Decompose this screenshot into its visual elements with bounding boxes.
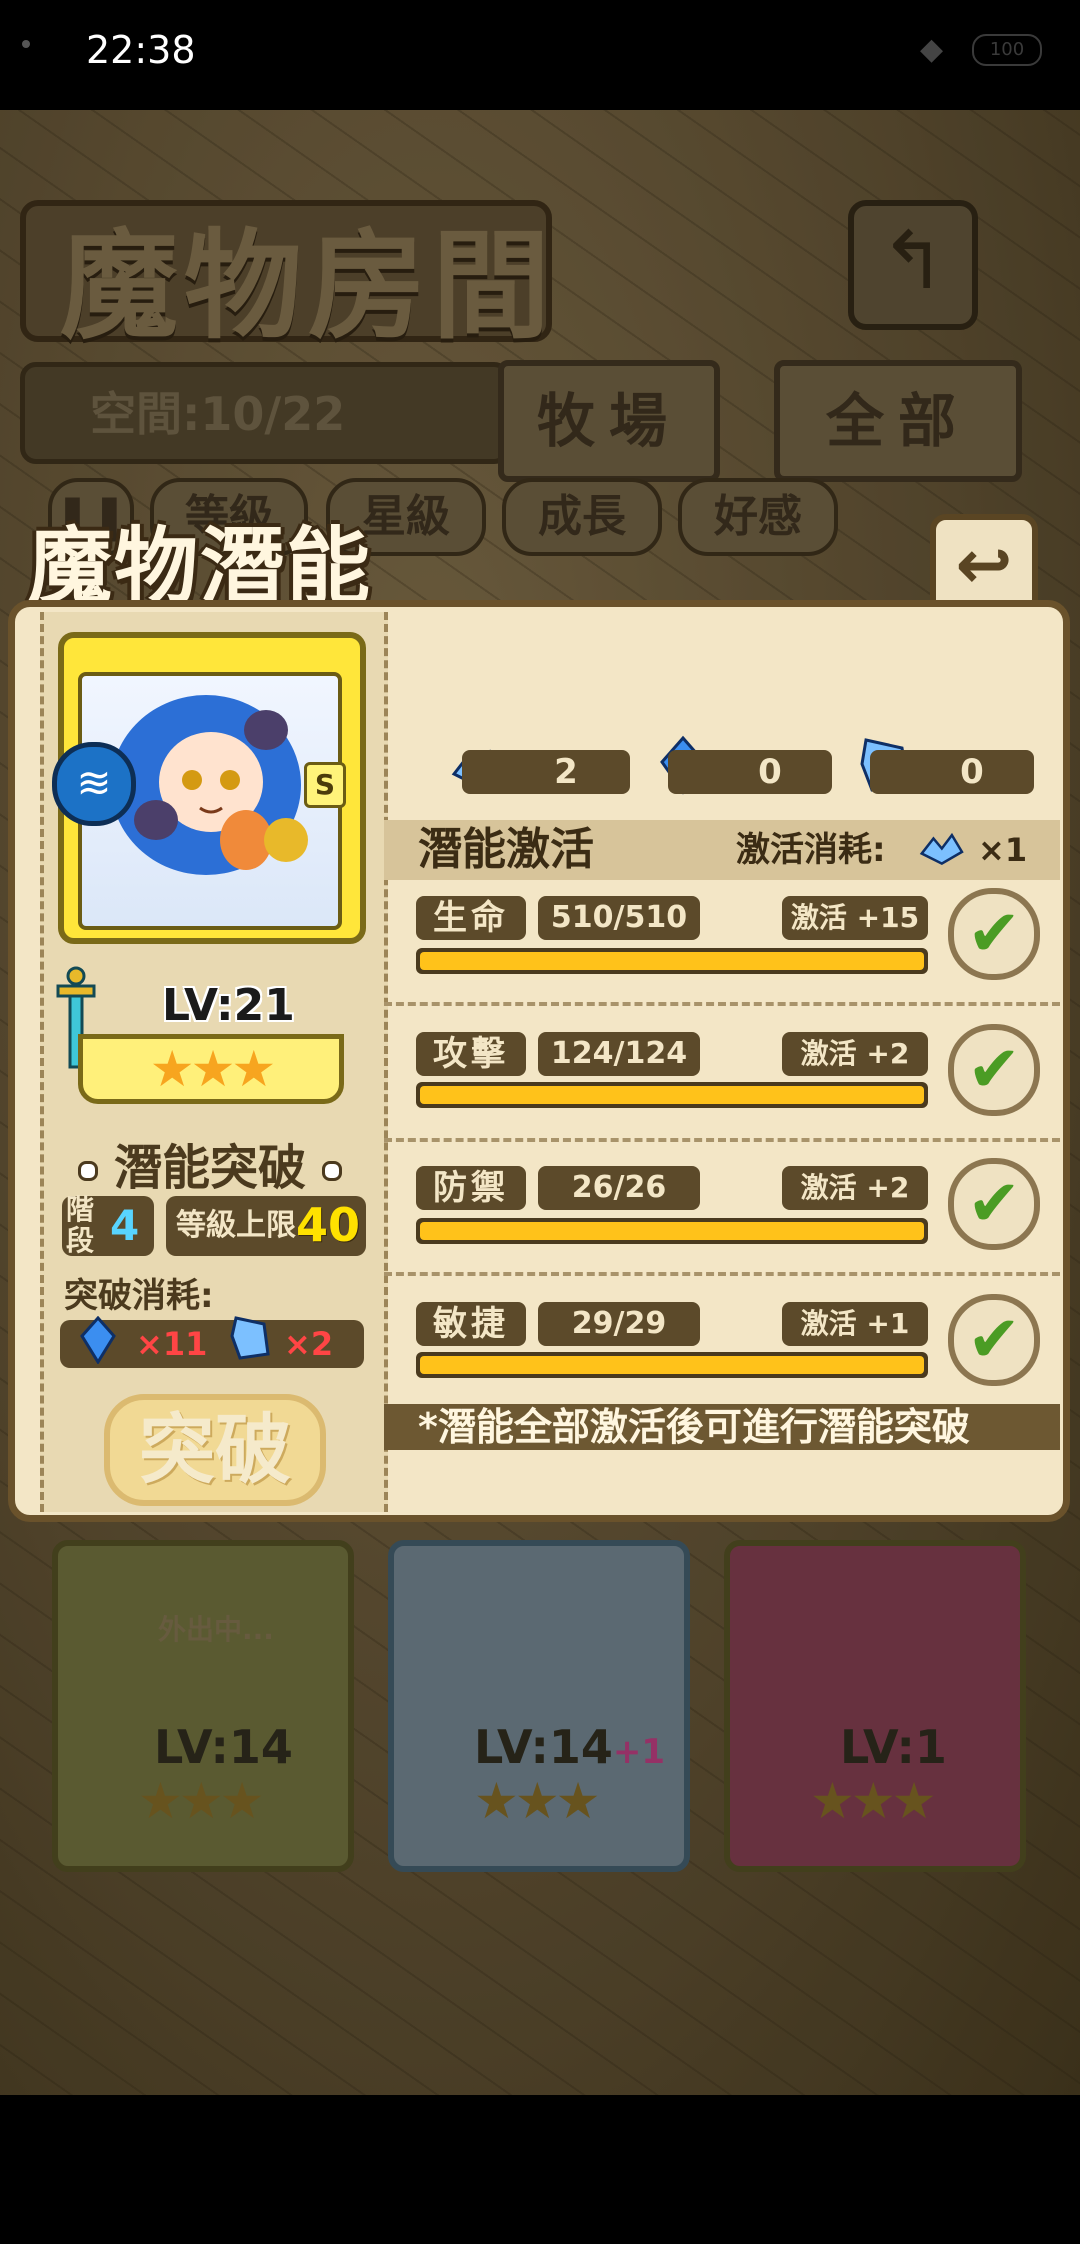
rank-badge: S: [304, 762, 346, 808]
activate-hp-button[interactable]: ✔: [948, 888, 1040, 980]
activation-cost-label: 激活消耗:: [736, 830, 886, 870]
stat-bonus-defense: 激活 +2: [782, 1166, 928, 1210]
stat-bonus-agility: 激活 +1: [782, 1302, 928, 1346]
checkmark-icon: ✔: [967, 897, 1021, 971]
row-divider: [384, 1002, 1060, 1006]
stat-bar-fill: [420, 1086, 924, 1104]
system-nav-area: [0, 2095, 1080, 2244]
cost-qty-blue: ×11: [136, 1325, 208, 1363]
level-cap-value: 40: [296, 1198, 361, 1252]
breakthrough-cost-label: 突破消耗:: [64, 1276, 214, 1316]
row-divider: [384, 1272, 1060, 1276]
checkmark-icon: ✔: [967, 1033, 1021, 1107]
stat-bar-attack: [416, 1082, 928, 1108]
status-bar: 22:38 ◆ 100: [0, 0, 1080, 110]
stat-name-agility: 敏捷: [416, 1302, 526, 1346]
stat-name-defense: 防禦: [416, 1166, 526, 1210]
activation-note: *潛能全部激活後可進行潛能突破: [418, 1405, 970, 1449]
ice-crystal-icon: [230, 1316, 270, 1360]
stat-bar-defense: [416, 1218, 928, 1244]
stat-bar-fill: [420, 1222, 924, 1240]
stage-label: 階段: [66, 1193, 95, 1257]
activate-agility-button[interactable]: ✔: [948, 1294, 1040, 1386]
activation-cost-qty: ×1: [978, 831, 1028, 869]
breakthrough-title: 潛能突破: [50, 1128, 370, 1198]
stat-bonus-hp: 激活 +15: [782, 896, 928, 940]
bullet-icon: [322, 1161, 342, 1181]
resource-cluster-count: 2: [462, 750, 630, 794]
stage-value: 4: [110, 1201, 140, 1250]
checkmark-icon: ✔: [967, 1167, 1021, 1241]
stat-name-hp: 生命: [416, 896, 526, 940]
breakthrough-button[interactable]: 突破: [104, 1394, 326, 1506]
stat-value-hp: 510/510: [538, 896, 700, 940]
level-cap-label: 等級上限: [176, 1208, 296, 1243]
stat-value-agility: 29/29: [538, 1302, 700, 1346]
blue-crystal-icon: [80, 1316, 116, 1364]
resource-ice-count: 0: [870, 750, 1034, 794]
status-time: 22:38: [86, 28, 196, 72]
wifi-icon: ◆: [920, 32, 944, 67]
stat-name-attack: 攻擊: [416, 1032, 526, 1076]
checkmark-icon: ✔: [967, 1303, 1021, 1377]
activate-defense-button[interactable]: ✔: [948, 1158, 1040, 1250]
cost-qty-ice: ×2: [284, 1325, 334, 1363]
bullet-icon: [77, 1161, 98, 1181]
stat-bar-fill: [420, 952, 924, 970]
resource-blue-count: 0: [668, 750, 832, 794]
notification-dot-icon: [22, 40, 30, 48]
stat-bonus-attack: 激活 +2: [782, 1032, 928, 1076]
crystal-cluster-icon: [919, 832, 964, 866]
back-arrow-icon: ↩: [955, 526, 1013, 605]
stat-bar-agility: [416, 1352, 928, 1378]
water-element-icon: ≋: [52, 742, 136, 826]
battery-indicator: 100: [972, 34, 1042, 66]
stat-bar-hp: [416, 948, 928, 974]
row-divider: [384, 1138, 1060, 1142]
stat-value-defense: 26/26: [538, 1166, 700, 1210]
monster-level: LV:21: [162, 980, 295, 1031]
stat-bar-fill: [420, 1356, 924, 1374]
monster-stars: ★★★: [78, 1034, 344, 1104]
stat-value-attack: 124/124: [538, 1032, 700, 1076]
activation-title: 潛能激活: [418, 824, 594, 875]
activate-attack-button[interactable]: ✔: [948, 1024, 1040, 1116]
